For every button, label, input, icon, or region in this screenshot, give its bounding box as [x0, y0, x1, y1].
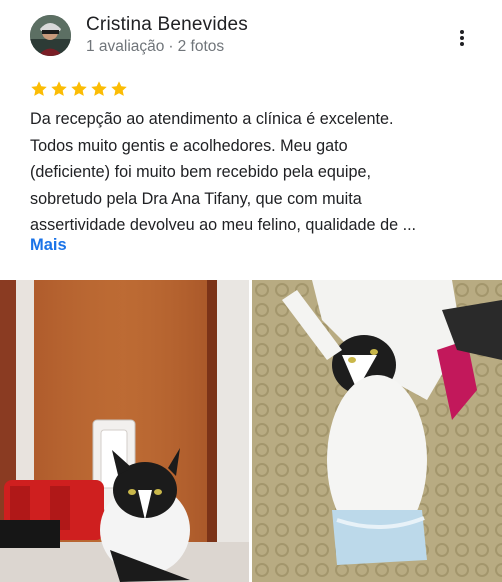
- star-icon: [71, 81, 87, 96]
- review-photo-2[interactable]: [252, 280, 502, 582]
- review-text-line: Todos muito gentis e acolhedores. Meu ga…: [30, 136, 348, 155]
- star-icon: [51, 81, 67, 96]
- review-header: Cristina Benevides 1 avaliação · 2 fotos: [0, 0, 502, 70]
- review-text-line: Da recepção ao atendimento a clínica é e…: [30, 110, 394, 128]
- star-icon: [91, 81, 107, 96]
- review-text-line: assertividade devolveu ao meu felino, qu…: [30, 216, 417, 234]
- star-icon: [111, 81, 127, 96]
- star-icon: [31, 81, 47, 96]
- review-text-line: sobretudo pela Dra Ana Tifany, que com m…: [30, 189, 362, 208]
- avatar[interactable]: [30, 15, 71, 56]
- review-text-line: (deficiente) foi muito bem recebido pela…: [30, 163, 372, 181]
- review-count: 1 avaliação: [86, 38, 165, 55]
- star-rating: [30, 80, 128, 98]
- review-photo-1[interactable]: [0, 280, 249, 582]
- author-stats: 1 avaliação · 2 fotos: [86, 38, 224, 56]
- more-vert-icon[interactable]: [450, 26, 474, 50]
- photo-count: 2 fotos: [177, 38, 225, 55]
- author-name[interactable]: Cristina Benevides: [86, 14, 248, 36]
- meta-separator: ·: [168, 38, 174, 55]
- more-link[interactable]: Mais: [30, 236, 67, 255]
- review-text: Da recepção ao atendimento a clínica é e…: [30, 106, 470, 239]
